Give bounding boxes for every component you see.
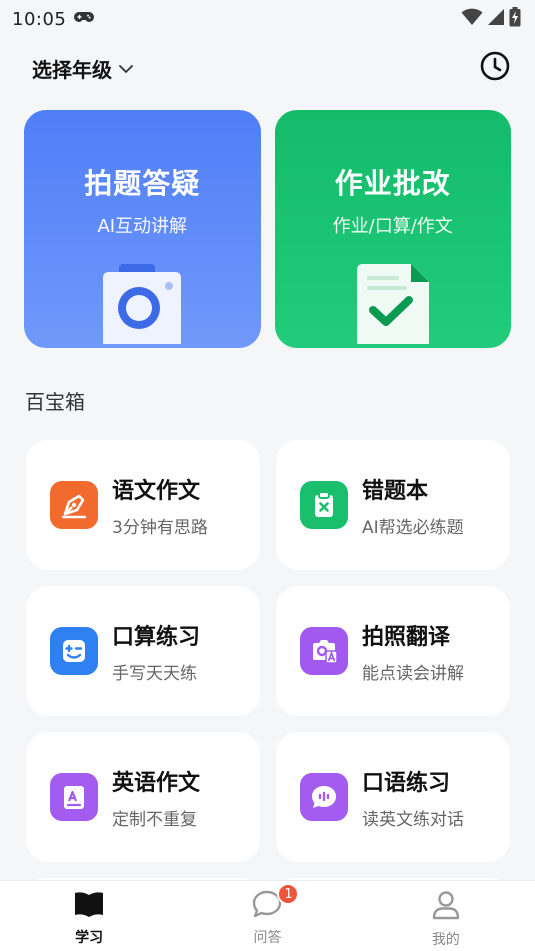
- tool-desc: 能点读会讲解: [362, 663, 464, 684]
- toolbox-title: 百宝箱: [25, 390, 85, 414]
- pen-nib-icon: [50, 481, 98, 529]
- hero-subtitle: AI互动讲解: [97, 216, 188, 237]
- tab-me[interactable]: 我的: [357, 881, 535, 951]
- hero-title: 作业批改: [334, 167, 451, 200]
- tool-desc: 定制不重复: [112, 809, 197, 830]
- tab-label: 我的: [431, 932, 460, 948]
- bottom-tab-bar: 学习 1 问答 我的: [0, 880, 535, 951]
- tab-study[interactable]: 学习: [0, 881, 178, 951]
- tab-label: 问答: [253, 930, 282, 946]
- battery-charging-icon: [509, 7, 521, 31]
- grade-selector[interactable]: 选择年级: [32, 54, 134, 83]
- speech-bubble-icon: [300, 773, 348, 821]
- grade-label: 选择年级: [32, 57, 112, 82]
- camera-translate-icon: [300, 627, 348, 675]
- tool-desc: 手写天天练: [112, 663, 197, 684]
- tool-desc: 读英文练对话: [362, 809, 464, 830]
- tool-name: 错题本: [362, 478, 429, 504]
- tool-oral-practice[interactable]: 口语练习 读英文练对话: [276, 732, 510, 862]
- status-time: 10:05: [12, 8, 67, 30]
- photo-qa-card[interactable]: 拍题答疑 AI互动讲解: [24, 110, 261, 348]
- clock-icon[interactable]: [479, 50, 511, 86]
- status-bar: 10:05: [0, 0, 535, 38]
- document-check-icon: [353, 262, 433, 348]
- signal-icon: [487, 8, 505, 30]
- toolbox-grid: 语文作文 3分钟有思路 错题本 AI帮选必练题 口算练习 手写天天练 拍照翻译 …: [26, 440, 510, 862]
- tool-name: 英语作文: [112, 770, 201, 796]
- tab-qa[interactable]: 1 问答: [178, 881, 356, 951]
- tool-desc: 3分钟有思路: [112, 517, 208, 538]
- top-bar: 选择年级: [0, 44, 535, 92]
- tool-photo-translate[interactable]: 拍照翻译 能点读会讲解: [276, 586, 510, 716]
- tool-desc: AI帮选必练题: [362, 517, 464, 538]
- tool-name: 拍照翻译: [362, 624, 451, 650]
- tool-mental-math[interactable]: 口算练习 手写天天练: [26, 586, 260, 716]
- gamepad-icon: [74, 10, 95, 29]
- tool-name: 口算练习: [112, 624, 201, 650]
- tool-name: 口语练习: [362, 770, 451, 796]
- tool-name: 语文作文: [112, 478, 201, 504]
- chevron-down-icon: [118, 59, 134, 78]
- tool-mistake-book[interactable]: 错题本 AI帮选必练题: [276, 440, 510, 570]
- user-icon: [430, 889, 462, 925]
- tool-chinese-essay[interactable]: 语文作文 3分钟有思路: [26, 440, 260, 570]
- english-doc-icon: [50, 773, 98, 821]
- calculator-smile-icon: [50, 627, 98, 675]
- tab-label: 学习: [75, 930, 104, 946]
- hero-title: 拍题答疑: [84, 167, 201, 200]
- wifi-icon: [461, 8, 483, 30]
- camera-icon: [97, 264, 187, 348]
- book-icon: [73, 889, 105, 923]
- homework-check-card[interactable]: 作业批改 作业/口算/作文: [274, 110, 511, 348]
- hero-row: 拍题答疑 AI互动讲解 作业批改 作业/口算/作文: [24, 110, 511, 348]
- notification-badge: 1: [277, 883, 300, 905]
- hero-subtitle: 作业/口算/作文: [332, 216, 453, 237]
- tool-english-essay[interactable]: 英语作文 定制不重复: [26, 732, 260, 862]
- clipboard-x-icon: [300, 481, 348, 529]
